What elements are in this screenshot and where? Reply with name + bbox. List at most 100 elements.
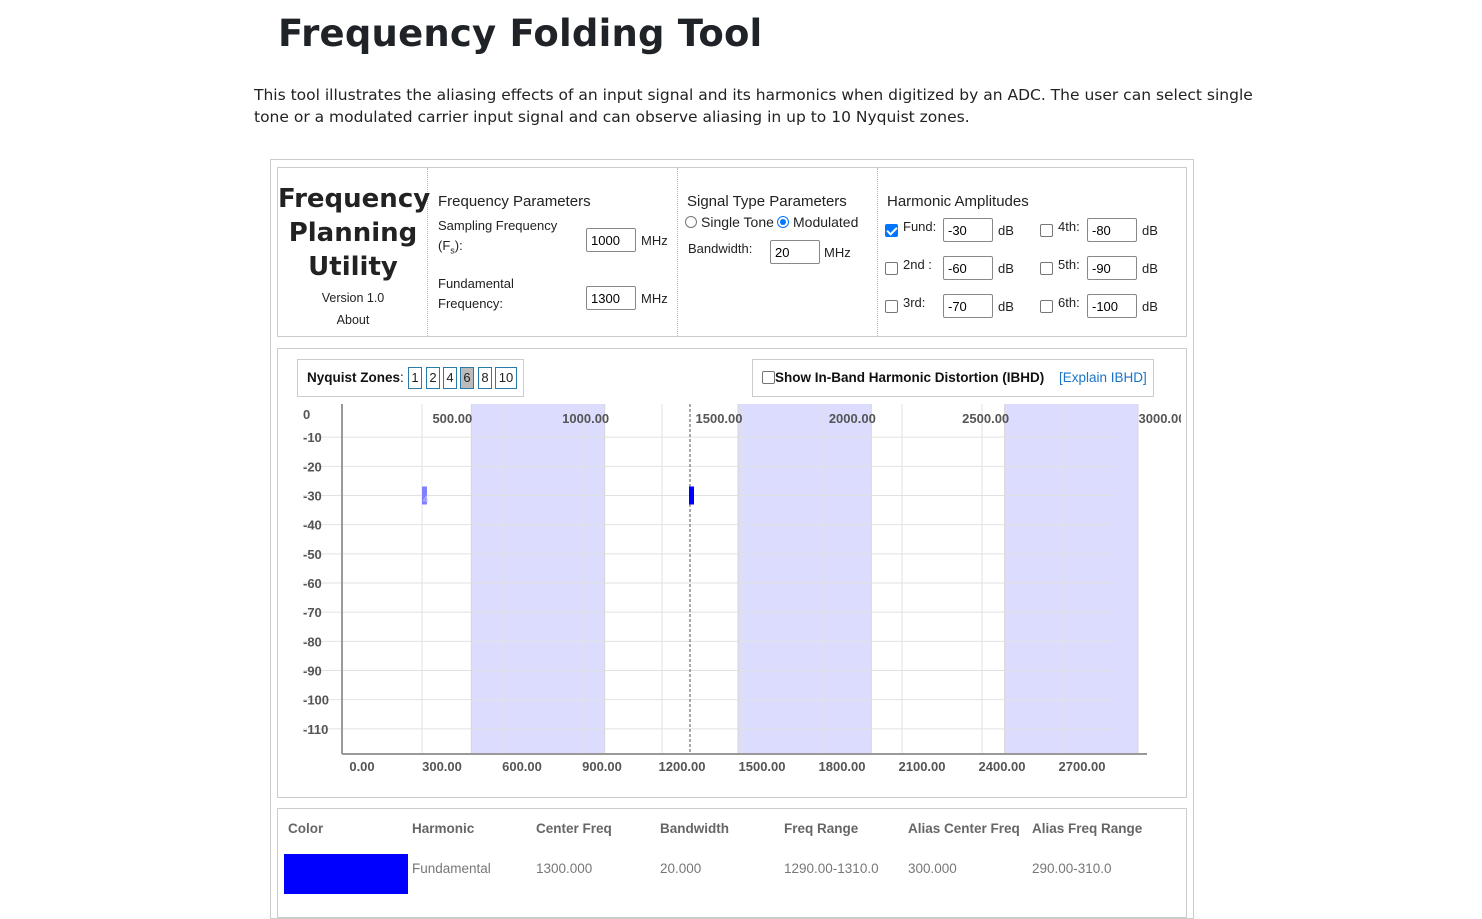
harmonic-amplitudes-column: Harmonic Amplitudes Fund: dB 2nd : dB 3r…	[878, 168, 1186, 336]
header-alias-center-freq: Alias Center Freq	[908, 821, 1020, 836]
x-bottom-tick-label: 900.00	[582, 759, 622, 774]
single-tone-label: Single Tone	[701, 214, 774, 230]
app-name-line: Planning	[288, 218, 418, 248]
ibhd-label: Show In-Band Harmonic Distortion (IBHD)	[775, 370, 1045, 385]
app-version: Version 1.0	[321, 291, 385, 305]
x-bottom-tick-label: 2100.00	[899, 759, 946, 774]
zone-button-10[interactable]: 10	[495, 367, 517, 389]
nyquist-zones-control: Nyquist Zones: 1 2 4 6 8 10	[297, 359, 524, 397]
bandwidth-unit: MHz	[824, 245, 851, 260]
nyquist-zone-band	[738, 404, 872, 754]
5th-harmonic-input[interactable]	[1087, 256, 1137, 280]
header-freq-range: Freq Range	[784, 821, 859, 836]
x-top-tick-label: 500.00	[432, 411, 472, 426]
x-top-tick-label: 3000.00	[1139, 411, 1182, 426]
header-color: Color	[288, 821, 324, 836]
2nd-harmonic-input[interactable]	[943, 256, 993, 280]
y-tick-label: -20	[303, 459, 322, 474]
x-bottom-tick-label: 300.00	[422, 759, 462, 774]
page-title: Frequency Folding Tool	[278, 12, 763, 55]
cell-bandwidth: 20.000	[660, 861, 702, 876]
fundamental-frequency-input[interactable]	[586, 286, 636, 310]
sampling-frequency-input[interactable]	[586, 228, 636, 252]
fundamental-frequency-label-line: Fundamental	[438, 276, 514, 291]
y-tick-label: -70	[303, 605, 322, 620]
y-tick-label: -30	[303, 489, 322, 504]
cell-alias-freq-range: 290.00-310.0	[1032, 861, 1112, 876]
header-alias-freq-range: Alias Freq Range	[1032, 821, 1143, 836]
header-bandwidth: Bandwidth	[660, 821, 729, 836]
zone-button-4[interactable]: 4	[443, 367, 457, 389]
fund-label: Fund:	[903, 219, 937, 234]
y-tick-label: -50	[303, 547, 322, 562]
x-bottom-tick-label: 2400.00	[979, 759, 1026, 774]
4th-harmonic-checkbox[interactable]	[1040, 224, 1053, 237]
modulated-label: Modulated	[793, 214, 859, 230]
header-harmonic: Harmonic	[412, 821, 475, 836]
sampling-frequency-label-tail: ):	[454, 238, 463, 253]
y-tick-label: -40	[303, 518, 322, 533]
ibhd-checkbox[interactable]	[762, 371, 775, 384]
alias-harmonic-label: 4	[423, 495, 429, 506]
zone-button-6[interactable]: 6	[460, 367, 474, 389]
zone-button-2[interactable]: 2	[426, 367, 440, 389]
fundamental-signal-bar	[689, 486, 694, 505]
6th-harmonic-label: 6th:	[1058, 295, 1080, 310]
intro-text: This tool illustrates the aliasing effec…	[254, 86, 1253, 126]
4th-harmonic-input[interactable]	[1087, 218, 1137, 242]
x-bottom-tick-label: 1800.00	[819, 759, 866, 774]
sampling-frequency-unit: MHz	[641, 233, 668, 248]
app-name-line: Frequency	[278, 184, 431, 214]
about-link[interactable]: About	[278, 313, 428, 327]
sampling-frequency-label-text: Sampling Frequency	[438, 218, 558, 233]
fundamental-frequency-label-line: Frequency:	[438, 296, 504, 311]
app-info-column: Frequency Planning Utility Version 1.0 A…	[278, 168, 431, 336]
x-top-tick-label: 1000.00	[562, 411, 609, 426]
x-bottom-tick-label: 2700.00	[1059, 759, 1106, 774]
zone-button-1[interactable]: 1	[408, 367, 422, 389]
y-tick-label: -10	[303, 430, 322, 445]
nyquist-zones-colon: :	[400, 370, 404, 385]
sampling-frequency-label-prefix: (F	[438, 238, 451, 253]
2nd-harmonic-checkbox[interactable]	[885, 262, 898, 275]
fund-amplitude-input[interactable]	[943, 218, 993, 242]
x-top-tick-label: 2500.00	[962, 411, 1009, 426]
zone-button-8[interactable]: 8	[478, 367, 492, 389]
nyquist-zones-label-text: Nyquist Zones	[307, 370, 401, 385]
cell-center-freq: 1300.000	[536, 861, 593, 876]
single-tone-radio[interactable]	[685, 216, 697, 228]
3rd-harmonic-input[interactable]	[943, 294, 993, 318]
cell-freq-range: 1290.00-1310.0	[784, 861, 879, 876]
5th-harmonic-checkbox[interactable]	[1040, 262, 1053, 275]
y-tick-label: -80	[303, 634, 322, 649]
fundamental-frequency-unit: MHz	[641, 291, 668, 306]
signal-type-title: Signal Type Parameters	[687, 193, 847, 210]
x-top-tick-label: 1500.00	[696, 411, 743, 426]
parameters-panel: Frequency Planning Utility Version 1.0 A…	[277, 167, 1187, 337]
5th-harmonic-label: 5th:	[1058, 257, 1080, 272]
x-bottom-tick-label: 1500.00	[739, 759, 786, 774]
y-tick-label: -100	[303, 693, 329, 708]
modulated-radio[interactable]	[777, 216, 789, 228]
results-table: Color Harmonic Center Freq Bandwidth Fre…	[277, 808, 1187, 918]
x-bottom-tick-label: 600.00	[502, 759, 542, 774]
cell-alias-center-freq: 300.000	[908, 861, 957, 876]
x-bottom-tick-label: 0.00	[349, 759, 374, 774]
sampling-frequency-label: Sampling Frequency (Fs):	[438, 216, 557, 261]
fund-checkbox[interactable]	[885, 224, 898, 237]
6th-harmonic-input[interactable]	[1087, 294, 1137, 318]
2nd-harmonic-unit: dB	[998, 261, 1014, 276]
explain-ibhd-link[interactable]: [Explain IBHD]	[1059, 370, 1147, 385]
app-name-line: Utility	[308, 252, 398, 282]
fund-unit: dB	[998, 223, 1014, 238]
3rd-harmonic-checkbox[interactable]	[885, 300, 898, 313]
6th-harmonic-checkbox[interactable]	[1040, 300, 1053, 313]
4th-harmonic-label: 4th:	[1058, 219, 1080, 234]
fundamental-frequency-label: Fundamental Frequency:	[438, 274, 514, 314]
y-tick-label: -90	[303, 664, 322, 679]
5th-harmonic-unit: dB	[1142, 261, 1158, 276]
y-tick-label: -110	[303, 722, 328, 737]
spectrum-chart: 0 -10 -20 -30 -40 -50 -60 -70 -80 -90 -100 -110 500…	[303, 404, 1182, 774]
bandwidth-input[interactable]	[770, 240, 820, 264]
3rd-harmonic-label: 3rd:	[903, 295, 926, 310]
